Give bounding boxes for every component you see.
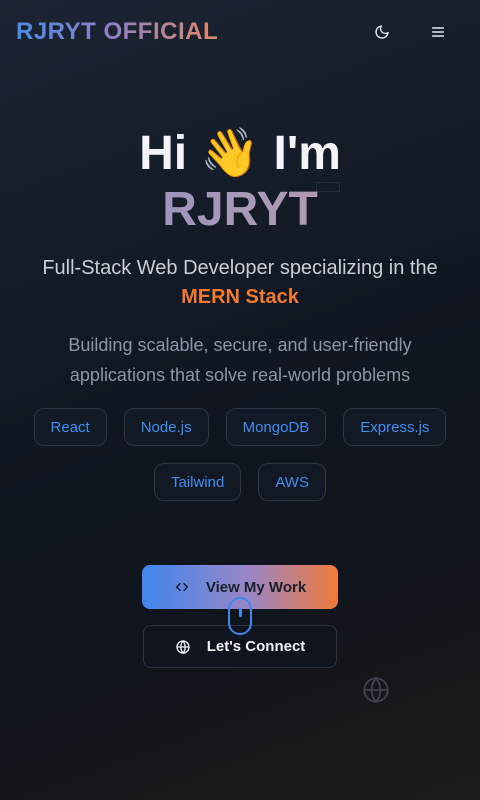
menu-button[interactable]	[424, 18, 452, 46]
skill-chip-expressjs[interactable]: Express.js	[343, 408, 447, 446]
skills-list: React Node.js MongoDB Express.js Tailwin…	[0, 408, 480, 501]
hero-subtitle: Full-Stack Web Developer specializing in…	[42, 257, 438, 279]
code-icon	[175, 582, 188, 592]
hamburger-icon	[431, 27, 445, 37]
skill-chip-mongodb[interactable]: MongoDB	[225, 408, 327, 446]
hero-name: RJRYT	[0, 184, 480, 236]
hero-greeting: Hi 👋 I'm	[139, 127, 341, 180]
skill-chip-react[interactable]: React	[33, 408, 107, 446]
hero-stack: MERN Stack	[181, 286, 299, 308]
hero-description: Building scalable, secure, and user-frie…	[68, 335, 412, 385]
skill-chip-nodejs[interactable]: Node.js	[123, 408, 209, 446]
top-actions	[368, 18, 464, 46]
mouse-scroll-icon	[228, 597, 252, 635]
brand-suffix: OFFICIAL	[103, 18, 219, 45]
top-bar: RJRYT OFFICIAL	[0, 0, 480, 64]
globe-icon	[176, 639, 190, 654]
mouse-wheel	[239, 608, 242, 617]
view-my-work-label: View My Work	[205, 578, 307, 596]
moon-icon	[375, 25, 389, 39]
theme-toggle-button[interactable]	[368, 18, 396, 46]
skill-chip-aws[interactable]: AWS	[258, 463, 326, 501]
brand-name: RJRYT	[16, 18, 97, 45]
brand-logo[interactable]: RJRYT OFFICIAL	[16, 18, 218, 46]
lets-connect-label: Let's Connect	[206, 638, 306, 655]
skill-chip-tailwind[interactable]: Tailwind	[154, 463, 242, 501]
hero-section: Hi 👋 I'm RJRYT Full-Stack Web Developer …	[0, 124, 480, 390]
decorative-globe-icon	[363, 677, 389, 703]
